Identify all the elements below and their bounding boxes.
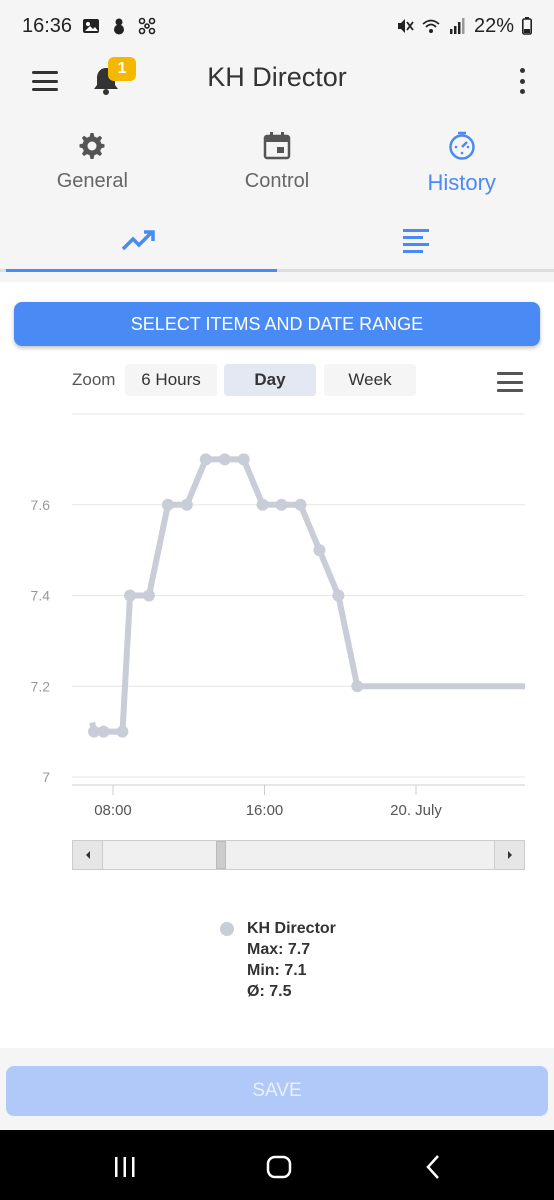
data-point (237, 453, 250, 466)
battery-icon (522, 17, 532, 35)
data-point (116, 725, 129, 738)
scroll-right-button[interactable] (494, 841, 524, 869)
data-point (142, 589, 155, 602)
legend-avg: Ø: 7.5 (247, 983, 292, 1000)
data-point (256, 498, 269, 511)
tab-control[interactable]: Control (185, 120, 370, 210)
y-tick-label: 7.4 (31, 588, 51, 604)
system-nav-bar (0, 1130, 554, 1200)
app-bar: 1 KH Director (0, 52, 554, 110)
data-point (97, 725, 110, 738)
status-bar: 16:36 22% (0, 0, 554, 52)
sub-tabs (0, 212, 554, 272)
fan-icon (138, 17, 156, 35)
sub-tab-chart[interactable] (0, 212, 277, 272)
chart-scrollbar[interactable] (72, 840, 525, 870)
hamburger-menu-icon[interactable] (30, 68, 60, 94)
sub-tab-list[interactable] (277, 212, 554, 269)
data-point (161, 498, 174, 511)
y-tick-label: 7 (42, 769, 50, 785)
data-point (199, 453, 212, 466)
calendar-icon (263, 132, 291, 160)
page-title: KH Director (207, 62, 347, 92)
gear-icon (79, 133, 105, 159)
home-icon[interactable] (264, 1152, 294, 1182)
data-point (124, 589, 137, 602)
data-point (313, 544, 326, 557)
gallery-icon (83, 19, 100, 33)
tab-history-label: History (427, 170, 496, 195)
legend-series-name: KH Director (247, 920, 336, 937)
scroll-left-button[interactable] (73, 841, 103, 869)
notification-badge: 1 (108, 57, 136, 81)
y-tick-label: 7.2 (31, 678, 51, 694)
chart-legend[interactable]: KH Director Max: 7.7 Min: 7.1 Ø: 7.5 (247, 918, 336, 1002)
arrow-left-icon (85, 851, 90, 859)
history-chart-panel: SELECT ITEMS AND DATE RANGE Zoom 6 Hours… (0, 282, 554, 1048)
legend-max: Max: 7.7 (247, 941, 311, 958)
save-button[interactable]: SAVE (6, 1066, 548, 1116)
x-tick-label: 08:00 (94, 802, 132, 819)
save-area: SAVE (0, 1048, 554, 1130)
status-time: 16:36 (22, 14, 73, 37)
x-tick-label: 16:00 (246, 802, 284, 819)
arrow-right-icon (507, 851, 512, 859)
data-point (218, 453, 231, 466)
more-options-icon[interactable] (510, 66, 534, 96)
scroll-thumb[interactable] (216, 841, 226, 869)
main-tabs: General Control History (0, 120, 554, 210)
trend-chart-icon (121, 229, 155, 250)
tab-general[interactable]: General (0, 120, 185, 210)
battery-percent: 22% (473, 14, 514, 37)
tab-control-label: Control (244, 170, 310, 192)
data-point (275, 498, 288, 511)
back-icon[interactable] (419, 1152, 449, 1182)
data-point (351, 680, 364, 693)
history-icon (448, 131, 475, 160)
history-line-chart: 7 7.2 7.4 7.6 08:00 16:00 20. July (31, 413, 525, 819)
list-lines-icon (402, 228, 429, 253)
legend-marker (220, 922, 234, 936)
data-point (332, 589, 345, 602)
wifi-icon (422, 19, 440, 33)
recent-apps-icon[interactable] (110, 1152, 140, 1182)
signal-icon (449, 18, 465, 34)
snowman-icon (114, 18, 125, 35)
tab-general-label: General (56, 170, 128, 192)
legend-min: Min: 7.1 (247, 962, 307, 979)
data-point (294, 498, 307, 511)
data-point (180, 498, 193, 511)
mute-icon (397, 19, 414, 33)
x-tick-label: 20. July (390, 802, 442, 819)
tab-history[interactable]: History (369, 120, 554, 210)
y-tick-label: 7.6 (31, 497, 51, 513)
